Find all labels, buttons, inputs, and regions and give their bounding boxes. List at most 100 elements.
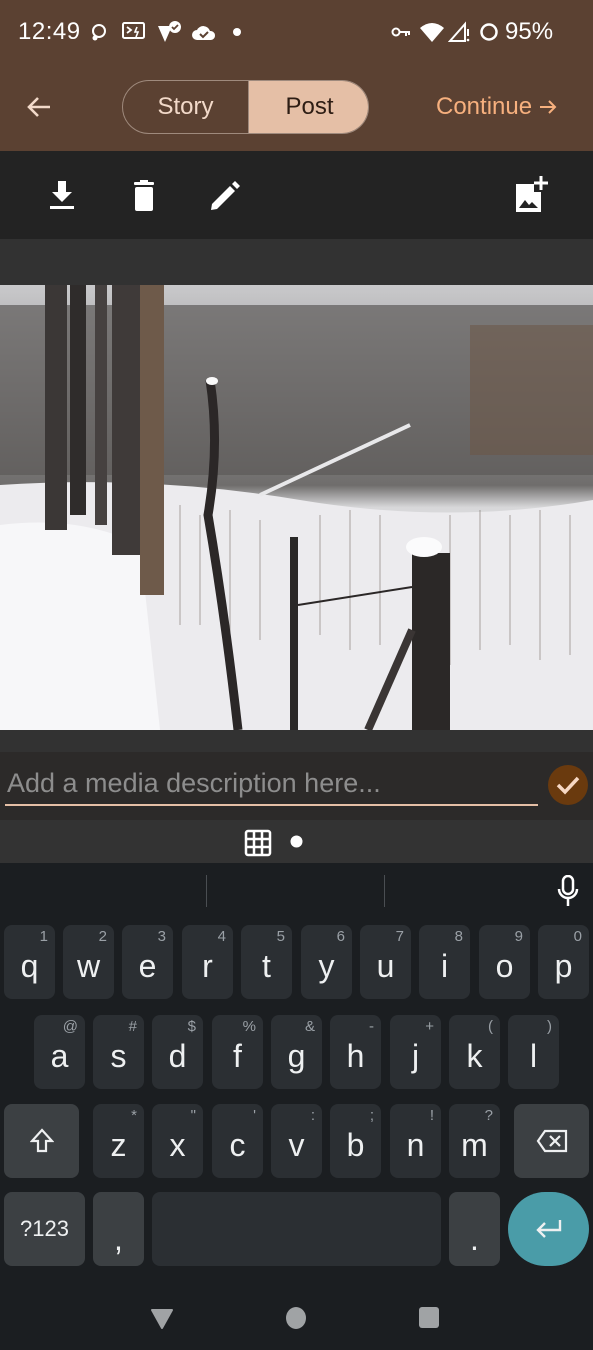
status-time: 12:49 [18, 18, 81, 45]
key-o[interactable]: 9o [479, 925, 530, 999]
key-hint: 1 [39, 928, 48, 945]
sync-icon [88, 20, 110, 44]
key-hint: " [190, 1107, 196, 1124]
key-label: y [318, 947, 335, 984]
battery-percent: 95% [505, 18, 554, 45]
comma-key[interactable]: , [93, 1192, 144, 1266]
caption-bar [0, 752, 593, 820]
key-w[interactable]: 2w [63, 925, 114, 999]
symbols-key[interactable]: ?123 [4, 1192, 85, 1266]
enter-key[interactable] [508, 1192, 589, 1266]
key-hint: 9 [514, 928, 523, 945]
key-m[interactable]: ? m [449, 1104, 500, 1178]
key-label: p [554, 947, 573, 984]
app-bar: Story Post Continue [0, 64, 593, 151]
key-hint: # [128, 1018, 137, 1035]
arrow-left-icon[interactable] [22, 90, 56, 124]
trash-icon[interactable] [127, 179, 161, 213]
key-v[interactable]: :v [271, 1104, 322, 1178]
key-n[interactable]: ! n [390, 1104, 441, 1178]
key-z[interactable]: * z [93, 1104, 144, 1178]
key-label: z [110, 1126, 127, 1163]
key-hint: ; [369, 1107, 374, 1124]
key-x[interactable]: " x [152, 1104, 203, 1178]
key-label: o [495, 947, 514, 984]
key-label: t [262, 947, 271, 984]
key-hint: ' [253, 1107, 256, 1124]
media-description-input[interactable] [5, 762, 538, 806]
recents-square-icon[interactable] [419, 1307, 440, 1334]
winter-forest-photo[interactable] [0, 285, 593, 730]
home-circle-icon[interactable] [285, 1306, 307, 1335]
key-label: v [288, 1126, 305, 1163]
key-label: x [169, 1126, 186, 1163]
key-g[interactable]: & g [271, 1015, 322, 1089]
period-label: . [470, 1220, 479, 1257]
dot-icon [231, 20, 243, 44]
key-hint: : [310, 1107, 315, 1124]
key-label: d [168, 1037, 187, 1074]
confirm-button[interactable] [548, 765, 588, 805]
key-label: b [346, 1126, 365, 1163]
key-e[interactable]: 3e [122, 925, 173, 999]
key-i[interactable]: 8i [419, 925, 470, 999]
key-label: w [76, 947, 101, 984]
key-f[interactable]: % f [212, 1015, 263, 1089]
vpn-key-icon [390, 20, 412, 44]
key-b[interactable]: ; b [330, 1104, 381, 1178]
key-hint: * [131, 1107, 137, 1124]
key-j[interactable]: + j [390, 1015, 441, 1089]
key-label: i [440, 947, 449, 984]
key-label: f [233, 1037, 242, 1074]
space-key[interactable] [152, 1192, 441, 1266]
key-l[interactable]: ) l [508, 1015, 559, 1089]
key-hint: 7 [395, 928, 404, 945]
key-hint: 8 [454, 928, 463, 945]
key-q[interactable]: 1q [4, 925, 55, 999]
status-bar: 12:49 95% [0, 0, 593, 64]
key-h[interactable]: -h [330, 1015, 381, 1089]
key-label: n [406, 1126, 425, 1163]
pencil-icon[interactable] [208, 179, 242, 213]
key-hint: & [304, 1018, 315, 1035]
shift-key[interactable] [4, 1104, 79, 1178]
key-r[interactable]: 4r [182, 925, 233, 999]
download-icon[interactable] [45, 179, 79, 213]
continue-button[interactable]: Continue [436, 93, 558, 121]
terminal-notification-icon [121, 20, 147, 44]
segment-post[interactable]: Post [249, 81, 368, 133]
key-k[interactable]: (k [449, 1015, 500, 1089]
key-s[interactable]: # s [93, 1015, 144, 1089]
key-a[interactable]: @ a [34, 1015, 85, 1089]
key-label: a [50, 1037, 69, 1074]
key-label: l [529, 1037, 538, 1074]
continue-label: Continue [436, 93, 533, 120]
key-p[interactable]: 0p [538, 925, 589, 999]
back-triangle-icon[interactable] [150, 1308, 174, 1335]
shift-icon [29, 1128, 54, 1153]
key-label: u [376, 947, 395, 984]
key-u[interactable]: 7u [360, 925, 411, 999]
microphone-icon[interactable] [556, 874, 580, 907]
backspace-key[interactable] [514, 1104, 589, 1178]
key-y[interactable]: 6y [301, 925, 352, 999]
key-hint: % [242, 1018, 256, 1035]
period-key[interactable]: . [449, 1192, 500, 1266]
dot-indicator-icon [290, 835, 303, 853]
segment-story[interactable]: Story [123, 81, 249, 133]
key-t[interactable]: 5t [241, 925, 292, 999]
key-hint: ? [484, 1107, 493, 1124]
key-c[interactable]: ' c [212, 1104, 263, 1178]
key-hint: ! [429, 1107, 434, 1124]
photo-bottom-spacer [0, 730, 593, 752]
grid-icon[interactable] [244, 829, 272, 862]
key-hint: 0 [573, 928, 582, 945]
arrow-right-icon [540, 100, 557, 114]
key-hint: ( [488, 1018, 493, 1035]
backspace-icon [536, 1129, 567, 1153]
system-nav-bar [0, 1275, 593, 1350]
key-hint: @ [62, 1018, 78, 1035]
key-d[interactable]: $ d [152, 1015, 203, 1089]
add-photo-icon[interactable] [514, 176, 548, 212]
key-hint: 2 [98, 928, 107, 945]
